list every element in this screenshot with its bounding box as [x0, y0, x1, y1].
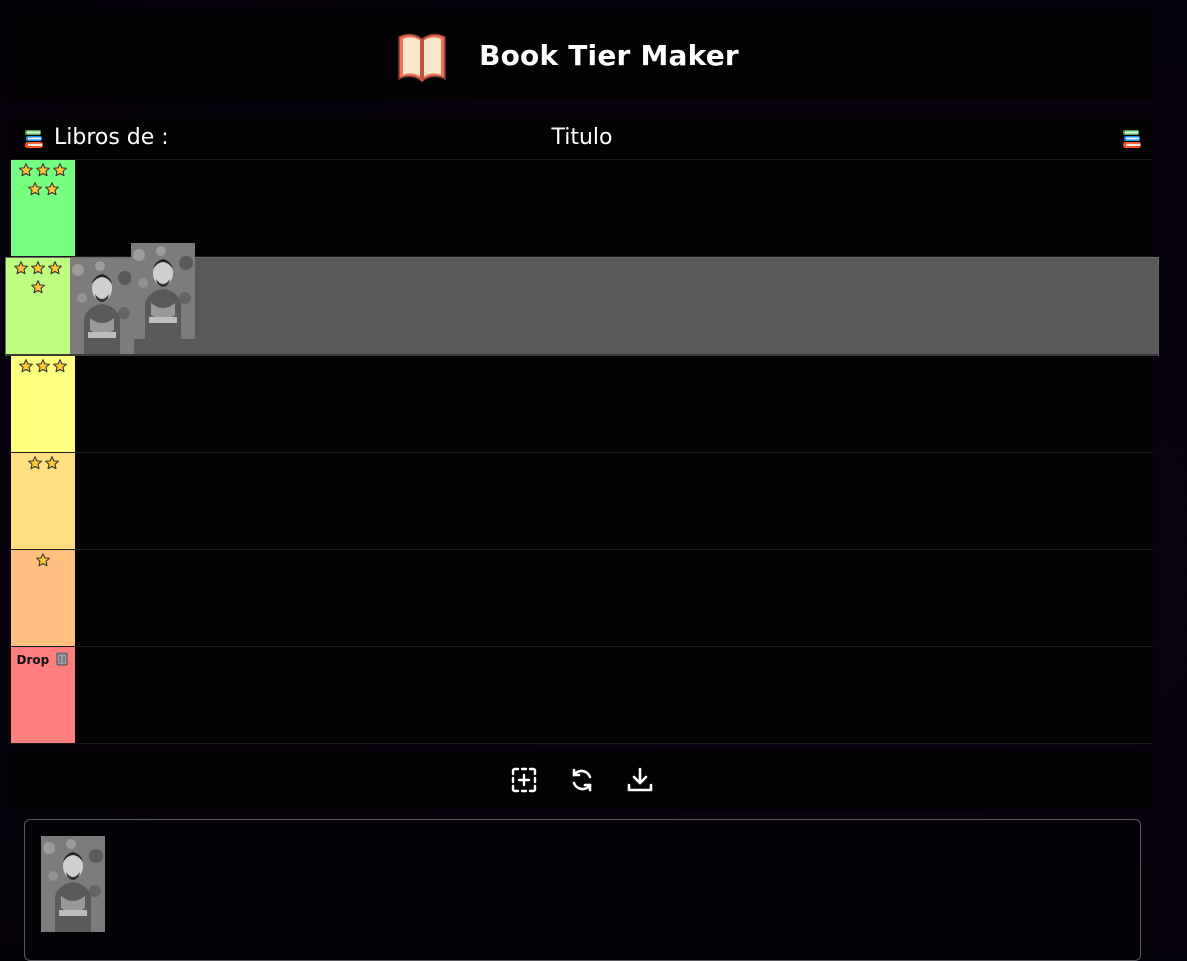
star-icon — [13, 260, 29, 276]
tier-items-drop[interactable] — [75, 647, 1153, 743]
star-icon — [18, 358, 34, 374]
tier-label-4-stars[interactable] — [6, 258, 70, 354]
refresh-icon — [572, 768, 592, 792]
drop-label-text: Drop — [16, 653, 50, 667]
download-icon — [627, 767, 653, 792]
star-rating — [6, 260, 70, 298]
image-pool[interactable] — [24, 819, 1141, 961]
tier-board: Libros de : Titulo Drop — [5, 119, 1159, 744]
board-title-input[interactable]: Titulo — [11, 125, 1153, 150]
app-title: Book Tier Maker — [479, 38, 739, 72]
trash-icon — [56, 652, 69, 666]
tier-row-3-stars[interactable] — [11, 356, 1153, 453]
star-icon — [52, 162, 68, 178]
download-button[interactable] — [626, 766, 654, 794]
tier-items-2-stars[interactable] — [75, 453, 1153, 549]
star-icon — [35, 552, 51, 568]
books-stack-icon — [1121, 128, 1143, 150]
tier-label-2-stars[interactable] — [11, 453, 75, 549]
tier-row-1-star[interactable] — [11, 550, 1153, 647]
book-cover-image[interactable] — [41, 836, 105, 932]
tier-items-5-stars[interactable] — [75, 160, 1153, 256]
open-book-icon — [398, 33, 446, 83]
tier-items-3-stars[interactable] — [75, 356, 1153, 452]
star-icon — [18, 162, 34, 178]
star-icon — [44, 181, 60, 197]
star-rating — [11, 162, 75, 200]
tier-items-1-star[interactable] — [75, 550, 1153, 646]
app-header: Book Tier Maker — [11, 10, 1153, 100]
star-icon — [27, 181, 43, 197]
dragging-book-cover-image[interactable] — [131, 243, 195, 339]
add-square-icon — [511, 767, 537, 793]
star-icon — [47, 260, 63, 276]
tier-label-3-stars[interactable] — [11, 356, 75, 452]
add-image-button[interactable] — [510, 766, 538, 794]
tier-row-2-stars[interactable] — [11, 453, 1153, 550]
star-icon — [52, 358, 68, 374]
toolbar — [11, 750, 1153, 810]
tier-row-drop[interactable]: Drop — [11, 647, 1153, 744]
tier-label-5-stars[interactable] — [11, 160, 75, 256]
star-icon — [35, 358, 51, 374]
star-icon — [30, 260, 46, 276]
tier-label-1-star[interactable] — [11, 550, 75, 646]
star-icon — [30, 279, 46, 295]
star-rating — [11, 358, 75, 377]
star-icon — [27, 455, 43, 471]
board-header: Libros de : Titulo — [11, 119, 1153, 160]
tier-items-4-stars[interactable] — [70, 243, 1158, 354]
tier-label-drop[interactable]: Drop — [11, 647, 75, 743]
tier-row-4-stars[interactable] — [5, 243, 1159, 356]
star-rating — [11, 552, 75, 571]
star-rating — [11, 455, 75, 474]
star-icon — [35, 162, 51, 178]
star-icon — [44, 455, 60, 471]
book-cover-image[interactable] — [70, 258, 134, 354]
reset-button[interactable] — [568, 766, 596, 794]
